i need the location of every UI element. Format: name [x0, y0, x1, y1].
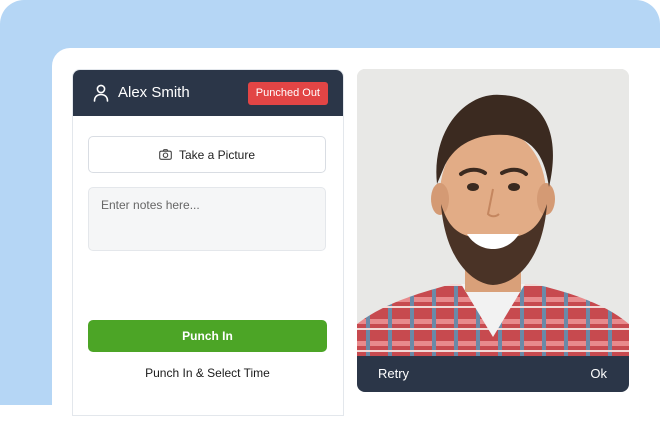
take-picture-label: Take a Picture [178, 147, 256, 162]
panel-header: Alex Smith Punched Out [73, 70, 343, 116]
photo-footer: Retry Ok [357, 356, 629, 392]
user-name: Alex Smith [118, 84, 190, 101]
camera-icon [159, 149, 172, 160]
punch-panel: Alex Smith Punched Out Take a Picture Pu… [72, 69, 344, 416]
punch-in-button[interactable]: Punch In [88, 320, 327, 352]
status-badge: Punched Out [247, 82, 328, 105]
captured-photo [357, 69, 629, 356]
ok-button[interactable]: Ok [590, 366, 607, 381]
photo-preview-panel: Retry Ok [357, 69, 629, 392]
retry-button[interactable]: Retry [378, 366, 409, 381]
take-picture-button[interactable]: Take a Picture [88, 136, 326, 173]
user-icon [93, 84, 109, 102]
punch-in-select-time-button[interactable]: Punch In & Select Time [88, 366, 327, 380]
notes-field[interactable] [88, 187, 326, 251]
